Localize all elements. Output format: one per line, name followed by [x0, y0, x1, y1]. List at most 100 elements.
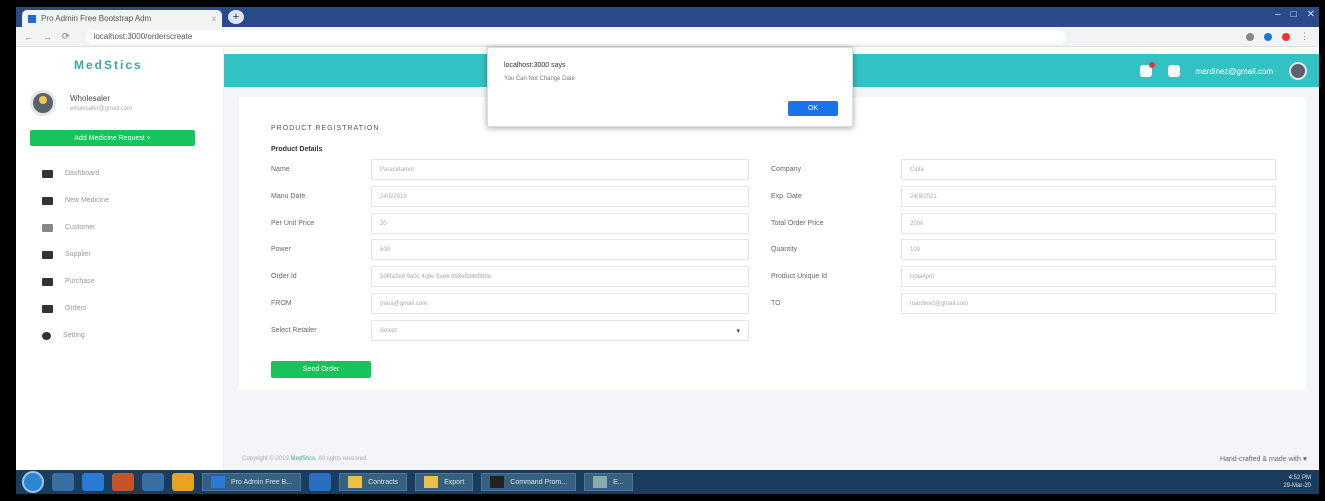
chrome-icon [211, 476, 225, 488]
order-id-field[interactable]: 5d6fa3e8 9a0c 4c6e 9ae6 d98e8d4d5b9e [371, 266, 749, 287]
form-row: Manu Date 24/5/2019 [271, 186, 749, 207]
form-row: Order Id 5d6fa3e8 9a0c 4c6e 9ae6 d98e8d4d… [271, 266, 749, 287]
footer-text: . All rights reserved. [315, 456, 368, 462]
taskbar-item[interactable]: Export [415, 473, 474, 491]
forward-icon[interactable]: → [43, 32, 52, 42]
factory-icon [42, 250, 53, 259]
user-email: wholesaler@gmail.com [70, 106, 133, 112]
explorer-icon[interactable] [52, 473, 74, 491]
vlc-icon[interactable] [172, 473, 194, 491]
exp-date-field[interactable]: 24/5/2021 [901, 186, 1276, 207]
medicine-icon [42, 196, 53, 205]
taskbar-item[interactable]: Pro Admin Free B... [202, 473, 302, 491]
page-title: PRODUCT REGISTRATION [271, 125, 380, 132]
terminal-icon [490, 476, 505, 488]
address-bar: ← → ⟳ localhost:3000/orderscreate ⋮ [16, 27, 1319, 47]
total-price-field[interactable]: 2000 [901, 213, 1276, 234]
power-field[interactable]: 500 [371, 239, 749, 260]
retailer-label: Select Retailer [271, 327, 317, 334]
section-title: Product Details [271, 146, 323, 153]
sidebar-item-label: Supplier [65, 251, 91, 258]
sidebar-item-label: Setting [63, 332, 85, 339]
os-taskbar: Pro Admin Free B... Contracts Export Com… [16, 470, 1319, 494]
sidebar: MedStics Wholesaler wholesaler@gmail.com… [16, 48, 224, 470]
unit-price-field[interactable]: 20 [371, 213, 749, 234]
list-icon [42, 277, 53, 286]
minimize-icon[interactable]: – [1275, 9, 1281, 20]
sidebar-item-label: New Medicine [65, 197, 109, 204]
chrome-icon[interactable] [82, 473, 104, 491]
taskbar-item-label: Command Prom... [510, 478, 568, 486]
name-field[interactable]: Paracetamol [371, 159, 749, 180]
manu-date-field[interactable]: 24/5/2019 [371, 186, 749, 207]
truck-icon [42, 304, 53, 313]
app-icon [593, 476, 608, 488]
send-order-button[interactable]: Send Order [271, 361, 371, 378]
sidebar-item-customer[interactable]: Customer [16, 214, 223, 241]
app-logo[interactable]: MedStics [16, 48, 223, 82]
app-icon[interactable] [112, 473, 134, 491]
app-icon[interactable] [142, 473, 164, 491]
sidebar-item-supplier[interactable]: Supplier [16, 241, 223, 268]
vscode-icon[interactable] [309, 473, 332, 491]
system-clock[interactable]: 4:52 PM 29-Mar-20 [1283, 474, 1311, 490]
sidebar-item-dashboard[interactable]: Dashboard [16, 160, 223, 187]
add-medicine-request-button[interactable]: Add Medicine Request + [30, 130, 195, 146]
taskbar-item[interactable]: E... [584, 473, 633, 491]
extension-icon[interactable] [1246, 32, 1254, 41]
sidebar-item-new-medicine[interactable]: New Medicine [16, 187, 223, 214]
extension-icon[interactable] [1282, 32, 1290, 41]
browser-tab[interactable]: Pro Admin Free Bootstrap Adm x [22, 10, 222, 27]
folder-icon [424, 476, 439, 488]
footer-brand-link[interactable]: MedStics [290, 456, 315, 462]
url-text: localhost:3000/orderscreate [93, 32, 193, 41]
retailer-select[interactable]: Select ▾ [371, 320, 749, 341]
product-unique-id-field[interactable]: cipla4pm [901, 266, 1276, 287]
menu-kebab-icon[interactable]: ⋮ [1300, 31, 1309, 42]
sidebar-menu: Dashboard New Medicine Customer Supplier… [16, 160, 223, 349]
user-profile: Wholesaler wholesaler@gmail.com [16, 82, 223, 124]
exp-date-label: Exp. Date [771, 193, 802, 200]
taskbar-item[interactable]: Command Prom... [481, 473, 577, 491]
footer-copyright: Copyright © 2019 MedStics. All rights re… [242, 456, 368, 462]
reload-icon[interactable]: ⟳ [62, 31, 70, 42]
close-window-icon[interactable]: ✕ [1307, 9, 1315, 20]
ok-button[interactable]: OK [788, 101, 838, 116]
gear-icon [42, 331, 51, 340]
form-row: Name Paracetamol [271, 159, 749, 180]
url-field[interactable]: localhost:3000/orderscreate [85, 29, 1066, 44]
tab-close-icon[interactable]: x [212, 14, 216, 23]
extension-icon[interactable] [1264, 32, 1272, 41]
company-field[interactable]: Cipla [901, 159, 1276, 180]
taskbar-item[interactable]: Contracts [339, 473, 408, 491]
quantity-field[interactable]: 100 [901, 239, 1276, 260]
taskbar-item-label: Pro Admin Free B... [231, 478, 293, 486]
taskbar-item-label: Contracts [368, 478, 399, 486]
browser-extensions: ⋮ [1246, 31, 1309, 42]
maximize-icon[interactable]: □ [1291, 9, 1297, 20]
back-icon[interactable]: ← [24, 32, 33, 42]
header-avatar[interactable] [1289, 62, 1307, 80]
sidebar-item-purchase[interactable]: Purchase [16, 268, 223, 295]
form-row: Total Order Price 2000 [771, 213, 1276, 234]
form-row: FROM mara@gmail.com [271, 293, 749, 314]
footer-credit: Hand-crafted & made with ♥ [1219, 456, 1307, 463]
start-button[interactable] [22, 471, 44, 493]
new-tab-button[interactable]: + [228, 10, 244, 24]
clock-time: 4:52 PM [1288, 475, 1311, 481]
taskbar-item-label: Export [444, 478, 465, 486]
order-id-label: Order Id [271, 273, 297, 280]
footer-text: Copyright © 2019 [242, 456, 291, 462]
customer-icon [42, 223, 53, 232]
form-row: Company Cipla [771, 159, 1276, 180]
from-field[interactable]: mara@gmail.com [371, 293, 749, 314]
header-user-email[interactable]: mardinez@gmail.com [1196, 67, 1273, 76]
to-field[interactable]: mardinez@gmail.com [901, 293, 1276, 314]
dialog-message: You Can Not Change Date [504, 76, 575, 82]
taskbar-item-label: E... [613, 478, 624, 486]
sidebar-item-setting[interactable]: Setting [16, 322, 223, 349]
dialog-title: localhost:3000 says [504, 62, 566, 69]
sidebar-item-orders[interactable]: Orders [16, 295, 223, 322]
messages-icon[interactable] [1167, 65, 1180, 77]
notification-bell-icon[interactable] [1139, 62, 1155, 77]
